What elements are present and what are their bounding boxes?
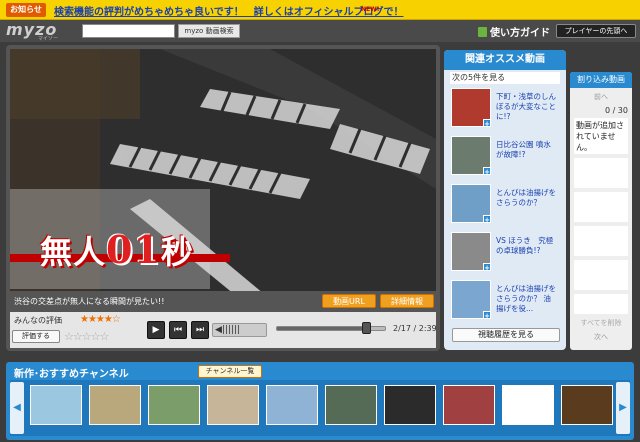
history-button[interactable]: 視聴履歴を見る xyxy=(452,328,560,342)
related-thumbnail[interactable]: + xyxy=(451,232,491,272)
caption-suffix: 秒 xyxy=(160,233,194,271)
previous-button[interactable]: ⏮ xyxy=(169,321,187,339)
channel-thumbnail[interactable] xyxy=(443,385,495,425)
prev-icon: ⏮ xyxy=(173,325,183,335)
channel-next-arrow[interactable]: ▶ xyxy=(616,382,630,434)
channel-thumbnail[interactable] xyxy=(266,385,318,425)
interrupt-slot xyxy=(574,158,628,188)
guide-label: 使い方ガイド xyxy=(490,28,550,39)
add-to-queue-icon[interactable]: + xyxy=(483,215,491,224)
play-icon: ▶ xyxy=(152,325,160,335)
caption-number: 01 xyxy=(106,227,161,272)
related-next-link[interactable]: 次の5件を見る xyxy=(450,72,560,84)
speaker-icon: ◀|||||| xyxy=(215,325,241,335)
channel-thumbnail[interactable] xyxy=(148,385,200,425)
interrupt-slot xyxy=(574,260,628,290)
channel-thumbnail[interactable] xyxy=(502,385,554,425)
channel-thumbnail[interactable] xyxy=(561,385,613,425)
channel-list-button[interactable]: チャンネル一覧 xyxy=(198,365,262,378)
related-title[interactable]: とんびは油揚げをさらうのか？ xyxy=(496,188,558,208)
interrupt-slot xyxy=(574,294,628,314)
related-title[interactable]: VS ほうき 究極の卓球勝負!? xyxy=(496,236,558,256)
channel-thumbnail[interactable] xyxy=(325,385,377,425)
interrupt-slot xyxy=(574,192,628,222)
search-button[interactable]: myzo 動画検索 xyxy=(178,24,240,38)
seek-handle[interactable] xyxy=(361,322,371,334)
add-to-queue-icon[interactable]: + xyxy=(483,119,491,128)
related-title[interactable]: とんびは油揚げをさらうのか？ 油揚げを役... xyxy=(496,284,558,314)
time-display: 2/17 / 2:39 xyxy=(393,324,437,333)
next-button[interactable]: ⏭ xyxy=(191,321,209,339)
interrupt-header: 割り込み動画 xyxy=(570,72,632,88)
related-thumbnail[interactable]: + xyxy=(451,136,491,176)
search-input[interactable] xyxy=(82,24,175,38)
video-title: 渋谷の交差点が無人になる瞬間が見たい!! xyxy=(14,297,165,306)
book-icon xyxy=(478,27,487,37)
interrupt-prev-button[interactable]: 前へ xyxy=(574,92,628,102)
channel-prev-arrow[interactable]: ◀ xyxy=(10,382,24,434)
rate-button[interactable]: 評価する xyxy=(12,330,60,343)
play-button[interactable]: ▶ xyxy=(147,321,165,339)
player-top-button[interactable]: プレイヤーの先頭へ xyxy=(556,24,636,38)
add-to-queue-icon[interactable]: + xyxy=(483,263,491,272)
rate-stars-input[interactable]: ☆☆☆☆☆ xyxy=(64,330,109,343)
channel-thumbnail[interactable] xyxy=(207,385,259,425)
site-logo-sub: マイゾー xyxy=(38,36,59,42)
add-to-queue-icon[interactable]: + xyxy=(483,311,491,320)
channels-title: 新作･おすすめチャンネル xyxy=(14,369,129,380)
interrupt-next-button[interactable]: 次へ xyxy=(574,332,628,344)
related-title[interactable]: 下町・浅草のしんぼるが大変なことに!? xyxy=(496,92,558,122)
rating-stars: ★★★★☆ xyxy=(80,314,121,325)
notice-badge: お知らせ xyxy=(6,3,46,17)
interrupt-slot xyxy=(574,226,628,256)
video-url-button[interactable]: 動画URL xyxy=(322,294,376,308)
channel-thumbnail[interactable] xyxy=(89,385,141,425)
interrupt-count: 0 / 30 xyxy=(604,106,628,115)
channel-thumbnail[interactable] xyxy=(384,385,436,425)
next-icon: ⏭ xyxy=(195,325,205,335)
notice-link[interactable]: 検索機能の評判がめちゃめちゃ良いです！ 詳しくはオフィシャルブログで！ xyxy=(54,3,404,18)
related-header: 関連オススメ動画 xyxy=(444,50,566,70)
interrupt-clear-button[interactable]: すべてを削除 xyxy=(574,318,628,328)
new-badge: NEW! xyxy=(361,6,380,13)
interrupt-message: 動画が追加されていません。 xyxy=(574,118,628,154)
channel-thumbnail[interactable] xyxy=(30,385,82,425)
rating-label: みんなの評価 xyxy=(14,316,62,325)
seek-progress xyxy=(277,327,366,330)
guide-link[interactable]: 使い方ガイド xyxy=(478,24,550,39)
video-caption: 無人01秒 xyxy=(40,227,194,273)
caption-prefix: 無人 xyxy=(40,233,107,271)
add-to-queue-icon[interactable]: + xyxy=(483,167,491,176)
related-thumbnail[interactable]: + xyxy=(451,280,491,320)
related-thumbnail[interactable]: + xyxy=(451,88,491,128)
detail-info-button[interactable]: 詳細情報 xyxy=(380,294,434,308)
related-thumbnail[interactable]: + xyxy=(451,184,491,224)
related-title[interactable]: 日比谷公園 噴水が故障!? xyxy=(496,140,558,160)
